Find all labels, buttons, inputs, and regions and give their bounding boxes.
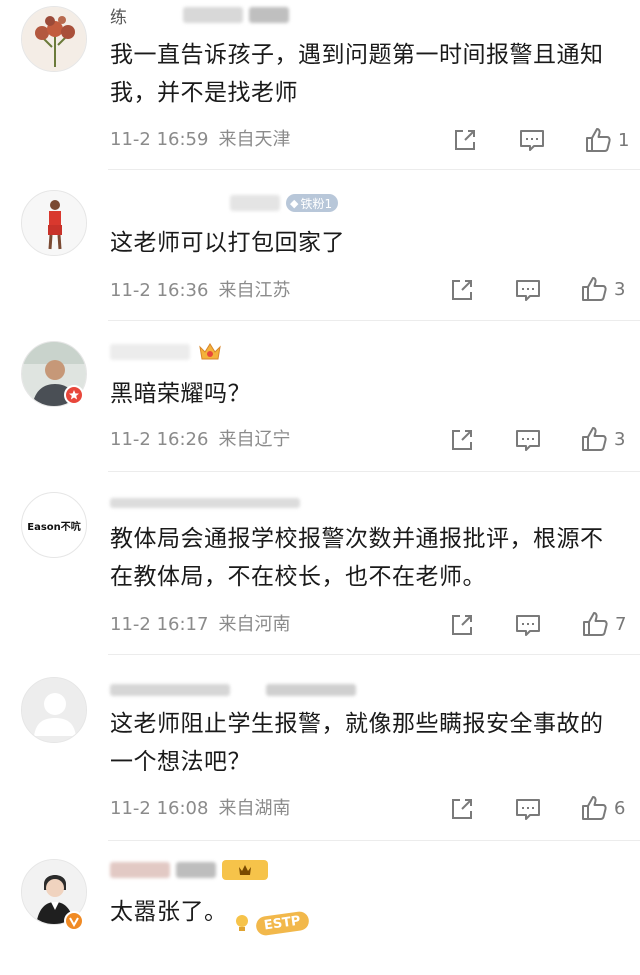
- blurred-name: [110, 684, 230, 696]
- comment-text: 教体局会通报学校报警次数并通报批评，根源不在教体局，不在校长，也不在老师。: [110, 526, 604, 590]
- thumbs-up-icon: [586, 128, 611, 152]
- comment-text: 太嚣张了。: [110, 899, 228, 925]
- comment-5: 这老师阻止学生报警，就像那些瞒报安全事故的一个想法吧？ 11-2 16:08 来自…: [0, 655, 640, 840]
- thumbs-up-icon: [582, 427, 607, 451]
- like-count: 7: [615, 613, 627, 635]
- share-button[interactable]: [449, 611, 475, 639]
- sticker-label: ESTP: [254, 909, 310, 937]
- comment-button[interactable]: [518, 126, 546, 154]
- comment-meta: 11-2 16:59 来自天津: [110, 128, 290, 152]
- avatar[interactable]: [21, 190, 87, 256]
- blurred-name: [110, 344, 190, 360]
- fan-badge: ◆ 铁粉1: [286, 194, 339, 212]
- like-button[interactable]: 6: [580, 794, 625, 822]
- username[interactable]: 练: [110, 4, 289, 28]
- comment-date: 11-2 16:17: [110, 614, 209, 635]
- share-icon: [452, 280, 472, 300]
- avatar[interactable]: [21, 6, 87, 72]
- level-badge: [222, 860, 268, 880]
- share-icon: [452, 430, 472, 450]
- comment-location: 来自湖南: [218, 798, 291, 819]
- comment-button[interactable]: [514, 795, 542, 823]
- estp-sticker: ESTP: [232, 909, 310, 937]
- comment-meta: 11-2 16:36 来自江苏: [110, 279, 290, 303]
- comment-meta: 11-2 16:08 来自湖南: [110, 797, 290, 821]
- share-icon: [452, 799, 472, 819]
- comment-meta: 11-2 16:17 来自河南: [110, 613, 290, 637]
- comment-icon: [516, 799, 540, 820]
- like-button[interactable]: 7: [581, 610, 626, 638]
- comment-text: 我一直告诉孩子，遇到问题第一时间报警且通知我，并不是找老师: [110, 42, 604, 106]
- like-count: 3: [614, 428, 626, 450]
- avatar[interactable]: Eason不吭: [21, 492, 87, 558]
- like-count: 6: [614, 797, 626, 819]
- comment-location: 来自辽宁: [218, 429, 291, 450]
- like-button[interactable]: 3: [580, 425, 625, 453]
- comment-1: 练 我一直告诉孩子，遇到问题第一时间报警且通知我，并不是找老师 11-2 16:…: [0, 0, 640, 168]
- share-button[interactable]: [449, 276, 475, 304]
- username[interactable]: [110, 492, 300, 514]
- comment-location: 来自天津: [218, 129, 291, 150]
- blurred-name: [183, 7, 243, 23]
- comment-icon: [516, 280, 540, 301]
- crown-icon: [239, 865, 251, 875]
- username[interactable]: ◆ 铁粉1: [110, 192, 339, 214]
- star-icon: [69, 390, 79, 400]
- v-check-icon: [69, 917, 79, 927]
- share-icon: [452, 615, 472, 635]
- share-button[interactable]: [449, 426, 475, 454]
- comment-4: Eason不吭 教体局会通报学校报警次数并通报批评，根源不在教体局，不在校长，也…: [0, 472, 640, 654]
- username[interactable]: [110, 859, 268, 881]
- share-button[interactable]: [452, 126, 478, 154]
- comment-button[interactable]: [514, 426, 542, 454]
- comment-icon: [516, 615, 540, 636]
- comment-2: ◆ 铁粉1 这老师可以打包回家了 11-2 16:36 来自江苏 3: [0, 170, 640, 320]
- thumbs-up-icon: [582, 796, 607, 820]
- default-user-avatar-icon: [22, 678, 86, 742]
- like-count: 3: [614, 278, 626, 300]
- blurred-name: [249, 7, 289, 23]
- lightbulb-icon: [236, 915, 248, 931]
- thumbs-up-icon: [582, 277, 607, 301]
- comment-text: 这老师可以打包回家了: [110, 230, 345, 256]
- avatar[interactable]: [21, 677, 87, 743]
- thumbs-up-icon: [583, 612, 608, 636]
- crown-icon: [199, 343, 221, 360]
- flower-avatar-image: [22, 7, 86, 71]
- username[interactable]: [110, 341, 222, 363]
- comment-date: 11-2 16:08: [110, 798, 209, 819]
- comment-button[interactable]: [514, 276, 542, 304]
- comment-location: 来自河南: [218, 614, 291, 635]
- blurred-name: [176, 862, 216, 878]
- comment-3: 黑暗荣耀吗？ 11-2 16:26 来自辽宁 3: [0, 321, 640, 471]
- username[interactable]: [110, 679, 356, 701]
- blurred-name: [110, 862, 170, 878]
- avatar-text: Eason不吭: [27, 521, 81, 533]
- comment-icon: [516, 430, 540, 451]
- comment-6: 太嚣张了。 ESTP: [0, 841, 640, 975]
- comment-text: 黑暗荣耀吗？: [110, 381, 251, 407]
- comment-button[interactable]: [514, 611, 542, 639]
- like-button[interactable]: 1: [584, 126, 629, 154]
- comment-location: 来自江苏: [218, 280, 291, 301]
- blurred-name: [110, 498, 300, 508]
- comment-date: 11-2 16:36: [110, 280, 209, 301]
- verified-badge: [64, 385, 84, 405]
- verified-badge: [64, 911, 84, 931]
- like-button[interactable]: 3: [580, 275, 625, 303]
- blurred-name: [230, 195, 280, 211]
- share-button[interactable]: [449, 795, 475, 823]
- comment-text: 这老师阻止学生报警，就像那些瞒报安全事故的一个想法吧？: [110, 711, 604, 775]
- share-icon: [455, 130, 475, 150]
- blurred-name: [266, 684, 356, 696]
- basketball-player-avatar-image: [22, 191, 86, 255]
- comment-icon: [520, 130, 544, 151]
- comment-date: 11-2 16:59: [110, 129, 209, 150]
- like-count: 1: [618, 129, 630, 151]
- comment-date: 11-2 16:26: [110, 429, 209, 450]
- comment-meta: 11-2 16:26 来自辽宁: [110, 428, 290, 452]
